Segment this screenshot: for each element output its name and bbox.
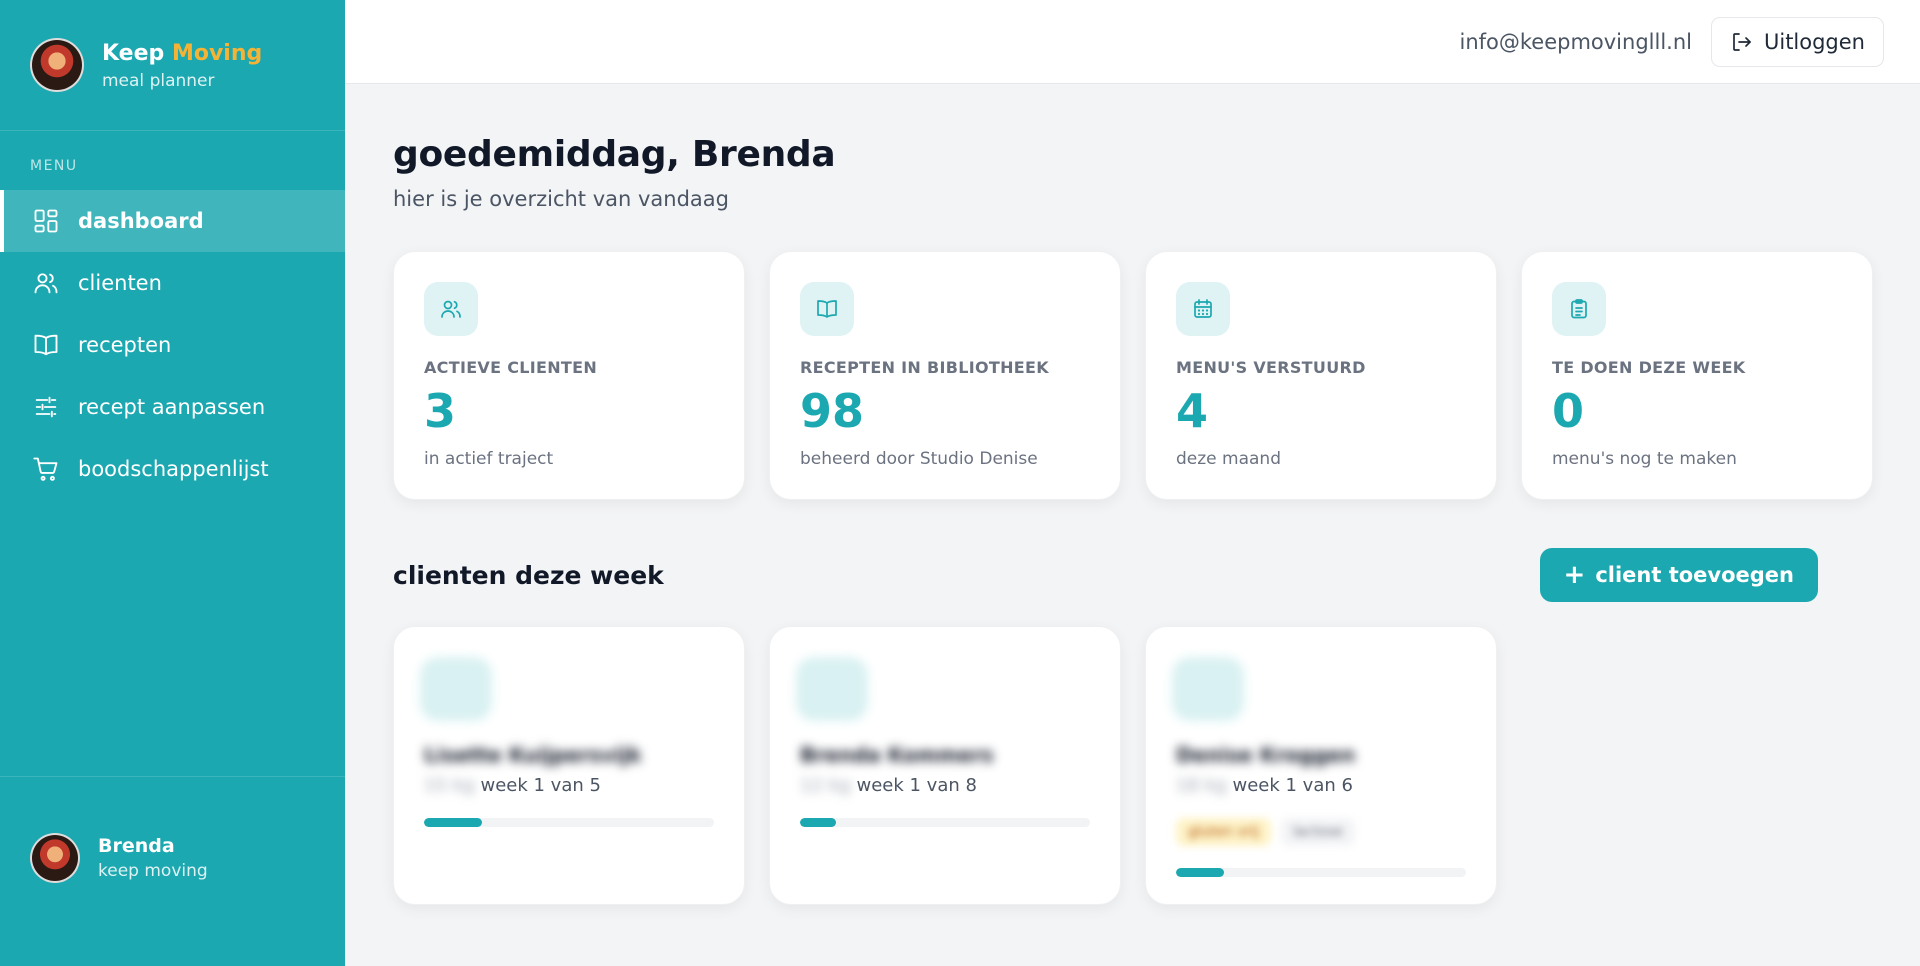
progress-fill: [800, 818, 837, 827]
avatar: [30, 832, 80, 883]
stat-card-te-doen: TE DOEN DEZE WEEK 0 menu's nog te maken: [1521, 251, 1873, 500]
client-name: Lisette Kuijpersvijk: [424, 743, 642, 767]
sliders-icon: [32, 393, 60, 421]
brand-title-part2: Moving: [171, 40, 263, 66]
users-icon: [32, 269, 60, 297]
stat-description: deze maand: [1176, 449, 1281, 469]
topbar: info@keepmovinglll.nl Uitloggen: [345, 0, 1920, 84]
sidebar-item-recepten[interactable]: recepten: [0, 314, 345, 376]
brand-title-part1: Keep: [102, 40, 165, 66]
client-week: week 1 van 5: [480, 775, 601, 796]
client-tags: gluten vrij lactose: [1176, 818, 1466, 846]
client-progress: [800, 818, 1090, 827]
stat-label: RECEPTEN IN BIBLIOTHEEK: [800, 358, 1049, 377]
stat-card-actieve-clienten: ACTIEVE CLIENTEN 3 in actief traject: [393, 251, 745, 500]
sidebar-item-label: recept aanpassen: [78, 395, 266, 419]
user-name: Brenda: [98, 834, 175, 857]
calendar-icon: [1176, 282, 1230, 336]
sidebar-nav: dashboard clienten recepten recept aanpa…: [0, 190, 345, 500]
brand: Keep Moving meal planner: [0, 0, 345, 131]
client-meta-blurred: 15 kg: [424, 775, 475, 796]
plus-icon: +: [1563, 560, 1586, 590]
stat-value: 0: [1552, 384, 1585, 438]
stat-label: ACTIEVE CLIENTEN: [424, 358, 598, 377]
sidebar-item-clienten[interactable]: clienten: [0, 252, 345, 314]
stat-label: MENU'S VERSTUURD: [1176, 358, 1366, 377]
client-week: week 1 van 8: [856, 775, 977, 796]
user-subtitle: keep moving: [98, 860, 208, 881]
user-email: info@keepmovinglll.nl: [1459, 29, 1692, 54]
stat-description: in actief traject: [424, 449, 554, 469]
stat-description: menu's nog te maken: [1552, 449, 1737, 469]
sidebar-item-label: boodschappenlijst: [78, 457, 269, 481]
sidebar-item-label: clienten: [78, 271, 162, 295]
client-progress: [424, 818, 714, 827]
client-avatar: [1172, 657, 1244, 721]
client-card[interactable]: Lisette Kuijpersvijk 15 kg week 1 van 5: [393, 626, 745, 905]
client-avatar: [796, 657, 868, 721]
sidebar-item-recept-aanpassen[interactable]: recept aanpassen: [0, 376, 345, 438]
stat-description: beheerd door Studio Denise: [800, 449, 1038, 469]
client-avatar: [420, 657, 492, 721]
progress-fill: [424, 818, 482, 827]
client-meta-blurred: 12 kg: [800, 775, 851, 796]
clients-section-header: clienten deze week + client toevoegen: [393, 548, 1873, 602]
sidebar-item-label: dashboard: [78, 209, 204, 233]
stat-value: 98: [800, 384, 865, 438]
page-subtitle: hier is je overzicht van vandaag: [393, 187, 729, 211]
stat-card-recepten: RECEPTEN IN BIBLIOTHEEK 98 beheerd door …: [769, 251, 1121, 500]
logout-icon: [1733, 32, 1751, 51]
stat-label: TE DOEN DEZE WEEK: [1552, 358, 1746, 377]
progress-fill: [1176, 868, 1225, 877]
client-progress: [1176, 868, 1466, 877]
main-content: goedemiddag, Brenda hier is je overzicht…: [393, 84, 1873, 905]
section-title: clienten deze week: [393, 560, 664, 590]
clipboard-icon: [1552, 282, 1606, 336]
cart-icon: [32, 455, 60, 483]
client-name: Brenda Kommers: [800, 743, 994, 767]
sidebar: Keep Moving meal planner MENU dashboard: [0, 0, 345, 966]
stat-card-menus-verstuurd: MENU'S VERSTUURD 4 deze maand: [1145, 251, 1497, 500]
clients-row: Lisette Kuijpersvijk 15 kg week 1 van 5 …: [393, 626, 1873, 905]
client-tag: gluten vrij: [1176, 818, 1271, 846]
user-profile[interactable]: Brenda keep moving: [0, 776, 345, 966]
client-card[interactable]: Brenda Kommers 12 kg week 1 van 8: [769, 626, 1121, 905]
brand-title: Keep Moving: [102, 40, 262, 68]
client-name: Denise Kroggen: [1176, 743, 1356, 767]
menu-label: MENU: [30, 158, 78, 174]
stats-row: ACTIEVE CLIENTEN 3 in actief traject REC…: [393, 251, 1873, 500]
sidebar-item-label: recepten: [78, 333, 172, 357]
stat-value: 3: [424, 384, 457, 438]
stat-value: 4: [1176, 384, 1209, 438]
users-icon: [424, 282, 478, 336]
add-client-label: client toevoegen: [1595, 563, 1794, 587]
client-week: week 1 van 6: [1232, 775, 1353, 796]
brand-subtitle: meal planner: [102, 70, 215, 91]
page-title: goedemiddag, Brenda: [393, 134, 836, 175]
logout-label: Uitloggen: [1763, 29, 1865, 54]
book-icon: [32, 331, 60, 359]
add-client-button[interactable]: + client toevoegen: [1539, 548, 1818, 602]
book-icon: [800, 282, 854, 336]
client-card[interactable]: Denise Kroggen 18 kg week 1 van 6 gluten…: [1145, 626, 1497, 905]
dashboard-icon: [32, 207, 60, 235]
sidebar-item-dashboard[interactable]: dashboard: [0, 190, 345, 252]
brand-logo: [30, 38, 84, 92]
logout-button[interactable]: Uitloggen: [1710, 16, 1884, 67]
sidebar-item-boodschappenlijst[interactable]: boodschappenlijst: [0, 438, 345, 500]
client-meta-blurred: 18 kg: [1176, 775, 1227, 796]
client-tag: lactose: [1280, 818, 1356, 846]
